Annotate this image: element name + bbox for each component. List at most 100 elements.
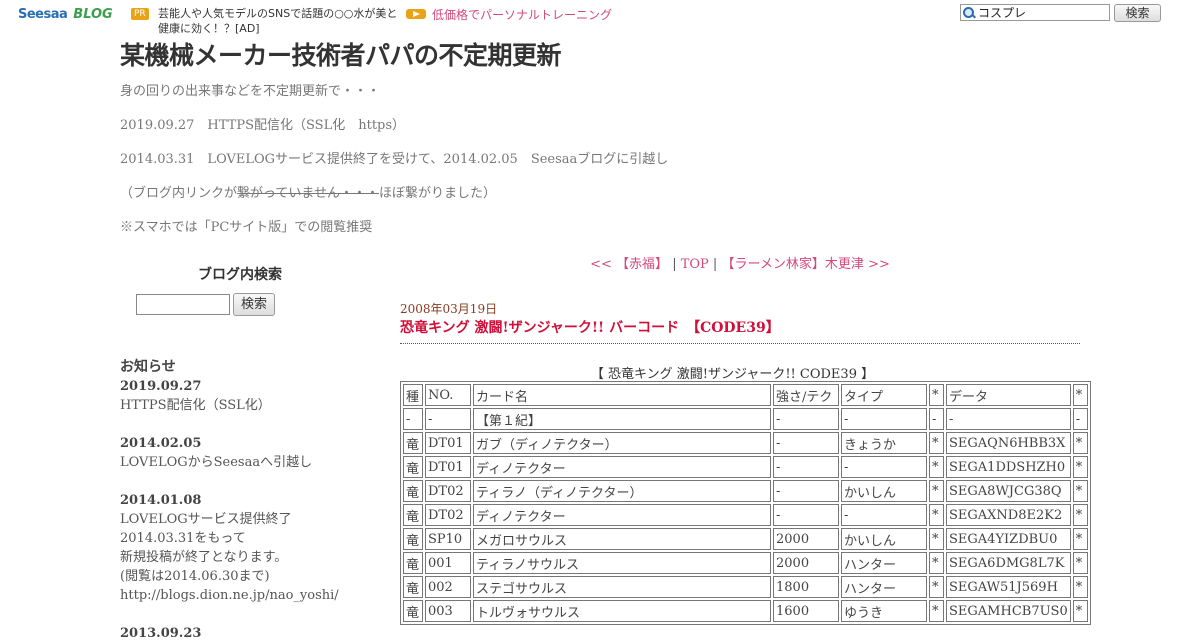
table-cell: * <box>929 552 944 574</box>
table-cell: - <box>841 408 927 430</box>
table-cell: 2000 <box>773 528 839 550</box>
table-cell: SEGA8WJCG38Q <box>946 480 1071 502</box>
table-cell: * <box>1072 480 1088 502</box>
desc-text: ほぼ繋がりました） <box>378 186 496 201</box>
table-cell: - <box>841 504 927 526</box>
table-cell: SP10 <box>425 528 471 550</box>
table-cell: 竜 <box>403 432 423 454</box>
notice-section: お知らせ 2019.09.27 HTTPS配信化（SSL化） 2014.02.0… <box>120 358 380 643</box>
blog-search-button[interactable]: 検索 <box>233 293 275 316</box>
promo-link[interactable]: 低価格でパーソナルトレーニング <box>432 6 612 23</box>
table-cell: 003 <box>425 600 471 622</box>
table-cell: - <box>425 408 471 430</box>
pager-separator: | <box>668 257 681 272</box>
notice-link[interactable]: http://blogs.dion.ne.jp/nao_yoshi/ <box>120 586 380 605</box>
table-cell: * <box>1072 552 1088 574</box>
table-header-cell: タイプ <box>841 384 927 406</box>
notice-text: LOVELOGサービス提供終了 <box>120 512 292 527</box>
table-cell: * <box>929 576 944 598</box>
table-cell: * <box>1072 528 1088 550</box>
table-cell: ディノテクター <box>473 504 771 526</box>
table-cell: DT02 <box>425 504 471 526</box>
seesaa-topbar: Seesaa BLOG PR 芸能人や人気モデルのSNSで話題の○○水が美と健康… <box>0 0 1200 35</box>
table-cell: SEGA6DMG8L7K <box>946 552 1071 574</box>
blog-description-line: （ブログ内リンクが繋がっていません・・・ほぼ繋がりました） <box>120 182 496 201</box>
table-cell: ティラノサウルス <box>473 552 771 574</box>
desc-strike-text: 繋がっていません・・・ <box>237 186 379 201</box>
table-cell: * <box>1072 600 1088 622</box>
table-header-cell: カード名 <box>473 384 771 406</box>
table-cell: SEGA4YIZDBU0 <box>946 528 1071 550</box>
post-date: 2008年03月19日 <box>400 302 498 316</box>
notice-text: 2014.03.31をもって <box>120 531 246 546</box>
prev-post-link[interactable]: << 【赤福】 <box>590 257 668 272</box>
table-cell: ディノテクター <box>473 456 771 478</box>
table-row: 竜 DT02 ティラノ（ディノテクター） - かいしん * SEGA8WJCG38Q * <box>403 480 1088 502</box>
table-cell: きょうか <box>841 432 927 454</box>
table-caption: 【 恐竜キング 激闘!ザンジャーク!! CODE39 】 <box>590 367 875 382</box>
table-cell: ハンター <box>841 552 927 574</box>
table-cell: 002 <box>425 576 471 598</box>
notice-text: HTTPS配信化（SSL化） <box>120 398 271 413</box>
top-search-input[interactable] <box>976 5 1108 20</box>
desc-text: （ブログ内リンクが <box>120 186 238 201</box>
table-cell: 001 <box>425 552 471 574</box>
seesaa-blog-logo[interactable]: Seesaa BLOG <box>18 6 113 22</box>
table-cell: 【第１紀】 <box>473 408 771 430</box>
table-row: 竜 DT01 ディノテクター - - * SEGA1DDSHZH0 * <box>403 456 1088 478</box>
table-cell: - <box>929 408 944 430</box>
table-cell: ハンター <box>841 576 927 598</box>
top-search-button[interactable]: 検索 <box>1114 4 1161 22</box>
blog-search-input[interactable] <box>136 294 230 315</box>
table-cell: * <box>1072 504 1088 526</box>
table-cell: 竜 <box>403 456 423 478</box>
table-cell: * <box>929 504 944 526</box>
table-header-cell: NO. <box>425 384 471 406</box>
table-cell: - <box>773 456 839 478</box>
table-cell: * <box>1072 576 1088 598</box>
notice-text: (閲覧は2014.06.30まで) <box>120 569 270 584</box>
table-row: 竜 003 トルヴォサウルス 1600 ゆうき * SEGAMHCB7US0 * <box>403 600 1088 622</box>
table-cell: 竜 <box>403 600 423 622</box>
pr-badge: PR <box>131 8 149 20</box>
table-header-cell: * <box>1072 384 1088 406</box>
barcode-table: 種 NO. カード名 強さ/テク タイプ * データ * - - 【第１紀】 - - - - - 竜 DT01 ガブ… <box>400 381 1091 625</box>
top-search-box <box>960 4 1110 21</box>
table-cell: 1600 <box>773 600 839 622</box>
post-title[interactable]: 恐竜キング 激闘!ザンジャーク!! バーコード 【CODE39】 <box>400 317 1080 344</box>
table-row: - - 【第１紀】 - - - - - <box>403 408 1088 430</box>
table-cell: メガロサウルス <box>473 528 771 550</box>
top-link[interactable]: TOP <box>681 257 709 272</box>
table-cell: - <box>841 456 927 478</box>
table-cell: - <box>773 480 839 502</box>
table-cell: SEGAXND8E2K2 <box>946 504 1071 526</box>
table-cell: 2000 <box>773 552 839 574</box>
table-cell: SEGA1DDSHZH0 <box>946 456 1071 478</box>
table-cell: - <box>1072 408 1088 430</box>
notice-text: 新規投稿が終了となります。 <box>120 550 288 565</box>
table-cell: ティラノ（ディノテクター） <box>473 480 771 502</box>
blog-description-line: 2014.03.31 LOVELOGサービス提供終了を受けて、2014.02.0… <box>120 152 669 167</box>
table-row: 竜 DT01 ガブ（ディノテクター） - きょうか * SEGAQN6HBB3X * <box>403 432 1088 454</box>
table-cell: - <box>946 408 1071 430</box>
table-cell: ガブ（ディノテクター） <box>473 432 771 454</box>
notice-date: 2014.02.05 <box>120 436 202 451</box>
table-cell: ステゴサウルス <box>473 576 771 598</box>
table-cell: - <box>773 432 839 454</box>
table-cell: 竜 <box>403 528 423 550</box>
blog-description-line: 2019.09.27 HTTPS配信化（SSL化 https） <box>120 118 406 133</box>
table-cell: * <box>929 432 944 454</box>
table-cell: DT01 <box>425 432 471 454</box>
table-cell: 竜 <box>403 552 423 574</box>
next-post-link[interactable]: 【ラーメン林家】木更津 >> <box>721 257 889 272</box>
pr-ad-link[interactable]: 芸能人や人気モデルのSNSで話題の○○水が美と健康に効く！？[AD] <box>158 6 398 35</box>
pager-separator: | <box>708 257 722 272</box>
blog-description: 身の回りの出来事などを不定期更新で・・・ <box>120 84 381 99</box>
blog-description-line: ※スマホでは「PCサイト版」での閲覧推奨 <box>120 220 373 235</box>
table-cell: - <box>403 408 423 430</box>
table-cell: SEGAMHCB7US0 <box>946 600 1071 622</box>
blog-title[interactable]: 某機械メーカー技術者パパの不定期更新 <box>120 36 562 72</box>
table-cell: かいしん <box>841 528 927 550</box>
table-cell: * <box>929 480 944 502</box>
table-cell: 1800 <box>773 576 839 598</box>
